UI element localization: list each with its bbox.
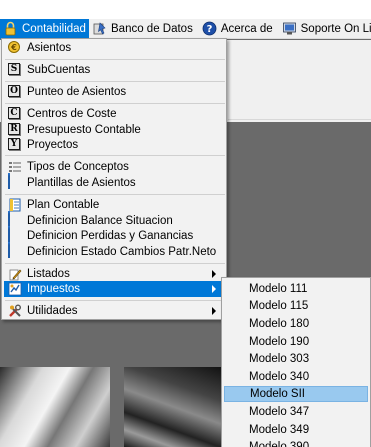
submenu-item-modelo-sii[interactable]: Modelo SII (224, 386, 368, 402)
menu-item-definicion-perdidas-y-ganancias[interactable]: Definicion Perdidas y Ganancias (4, 226, 224, 244)
menu-bar: Contabilidad Banco de Datos ? Acerca de (0, 18, 371, 39)
submenu-arrow-icon (212, 270, 216, 278)
menu-banco-de-datos[interactable]: Banco de Datos (89, 19, 199, 39)
menu-item-label: Presupuesto Contable (27, 124, 141, 136)
background-image-right (124, 367, 224, 447)
menu-item-label: Centros de Coste (27, 108, 117, 120)
menu-item-tipos-de-conceptos[interactable]: Tipos de Conceptos (4, 159, 224, 175)
window-icon (8, 173, 22, 190)
menu-item-label: Asientos (27, 42, 72, 54)
menu-item-label: Listados (27, 268, 70, 280)
menu-item-label: Punteo de Asientos (27, 86, 127, 98)
menu-item-plantillas-de-asientos[interactable]: Plantillas de Asientos (4, 173, 224, 191)
menu-acerca-de-label: Acerca de (220, 22, 273, 35)
submenu-arrow-icon (212, 285, 216, 293)
menu-separator (5, 59, 225, 60)
menu-item-label: Definicion Balance Situacion (27, 215, 173, 227)
window-top-strip (0, 0, 371, 19)
impuestos-submenu: Modelo 111 Modelo 115 Modelo 180 Modelo … (221, 277, 371, 447)
menu-item-label: SubCuentas (27, 64, 91, 76)
submenu-item-modelo-111[interactable]: Modelo 111 (224, 281, 368, 297)
help-icon: ? (202, 21, 217, 36)
menu-item-asientos[interactable]: € Asientos (4, 40, 224, 56)
menu-item-label: Plan Contable (27, 199, 100, 211)
submenu-item-modelo-390[interactable]: Modelo 390 (224, 439, 368, 447)
menu-separator (5, 155, 225, 156)
letter-r-icon: R (8, 123, 22, 137)
menu-item-label: Proyectos (27, 139, 79, 151)
toolbar-strip (228, 84, 371, 120)
menu-item-label: Utilidades (27, 305, 78, 317)
svg-text:?: ? (206, 24, 212, 35)
window-icon (8, 211, 22, 228)
menu-item-subcuentas[interactable]: S SubCuentas (4, 62, 224, 78)
menu-soporte-on-line-label: Soporte On Line (300, 22, 371, 35)
tax-icon (8, 282, 22, 296)
submenu-item-modelo-347[interactable]: Modelo 347 (224, 404, 368, 420)
submenu-item-modelo-349[interactable]: Modelo 349 (224, 422, 368, 438)
submenu-item-modelo-115[interactable]: Modelo 115 (224, 298, 368, 314)
letter-c-icon: C (8, 107, 22, 121)
menu-item-label: Definicion Perdidas y Ganancias (27, 230, 194, 242)
menu-separator (5, 194, 225, 195)
window-icon (8, 226, 22, 243)
coin-icon: € (8, 41, 22, 55)
list-icon (8, 160, 22, 174)
letter-s-icon: S (8, 63, 22, 77)
menu-item-proyectos[interactable]: Y Proyectos (4, 137, 224, 153)
menu-item-label: Impuestos (27, 283, 81, 295)
contabilidad-dropdown: € Asientos S SubCuentas O Punteo de Asie… (1, 38, 227, 320)
menu-contabilidad[interactable]: Contabilidad (0, 18, 89, 39)
menu-item-punteo-de-asientos[interactable]: O Punteo de Asientos (4, 84, 224, 100)
tools-icon (8, 304, 22, 318)
submenu-item-modelo-190[interactable]: Modelo 190 (224, 334, 368, 350)
menu-item-presupuesto-contable[interactable]: R Presupuesto Contable (4, 122, 224, 138)
menu-item-centros-de-coste[interactable]: C Centros de Coste (4, 106, 224, 122)
menu-separator (5, 300, 225, 301)
database-icon (92, 21, 107, 36)
document-icon (8, 198, 22, 212)
menu-item-label: Plantillas de Asientos (27, 177, 136, 189)
menu-item-listados[interactable]: Listados (4, 266, 224, 282)
menu-item-impuestos[interactable]: Impuestos (4, 281, 224, 297)
support-icon (282, 21, 297, 36)
background-image-left (0, 367, 110, 447)
submenu-item-modelo-180[interactable]: Modelo 180 (224, 316, 368, 332)
menu-banco-de-datos-label: Banco de Datos (111, 22, 193, 35)
menu-item-label: Definicion Estado Cambios Patr.Neto (27, 246, 217, 258)
menu-separator (5, 103, 225, 104)
menu-item-definicion-balance-situacion[interactable]: Definicion Balance Situacion (4, 211, 224, 229)
menu-item-utilidades[interactable]: Utilidades (4, 303, 224, 319)
submenu-arrow-icon (212, 307, 216, 315)
menu-item-definicion-estado-cambios-patr-neto[interactable]: Definicion Estado Cambios Patr.Neto (4, 242, 224, 260)
menu-soporte-on-line[interactable]: Soporte On Line (279, 19, 371, 39)
lock-icon (3, 21, 18, 36)
menu-acerca-de[interactable]: ? Acerca de (199, 19, 279, 39)
menu-item-label: Tipos de Conceptos (27, 161, 129, 173)
window-icon (8, 242, 22, 259)
menu-item-plan-contable[interactable]: Plan Contable (4, 197, 224, 213)
submenu-item-modelo-303[interactable]: Modelo 303 (224, 351, 368, 367)
menu-contabilidad-label: Contabilidad (22, 22, 86, 35)
letter-y-icon: Y (8, 138, 22, 152)
letter-o-icon: O (8, 85, 22, 99)
menu-separator (5, 81, 225, 82)
submenu-item-modelo-340[interactable]: Modelo 340 (224, 369, 368, 385)
menu-separator (5, 263, 225, 264)
pencil-icon (8, 267, 22, 281)
